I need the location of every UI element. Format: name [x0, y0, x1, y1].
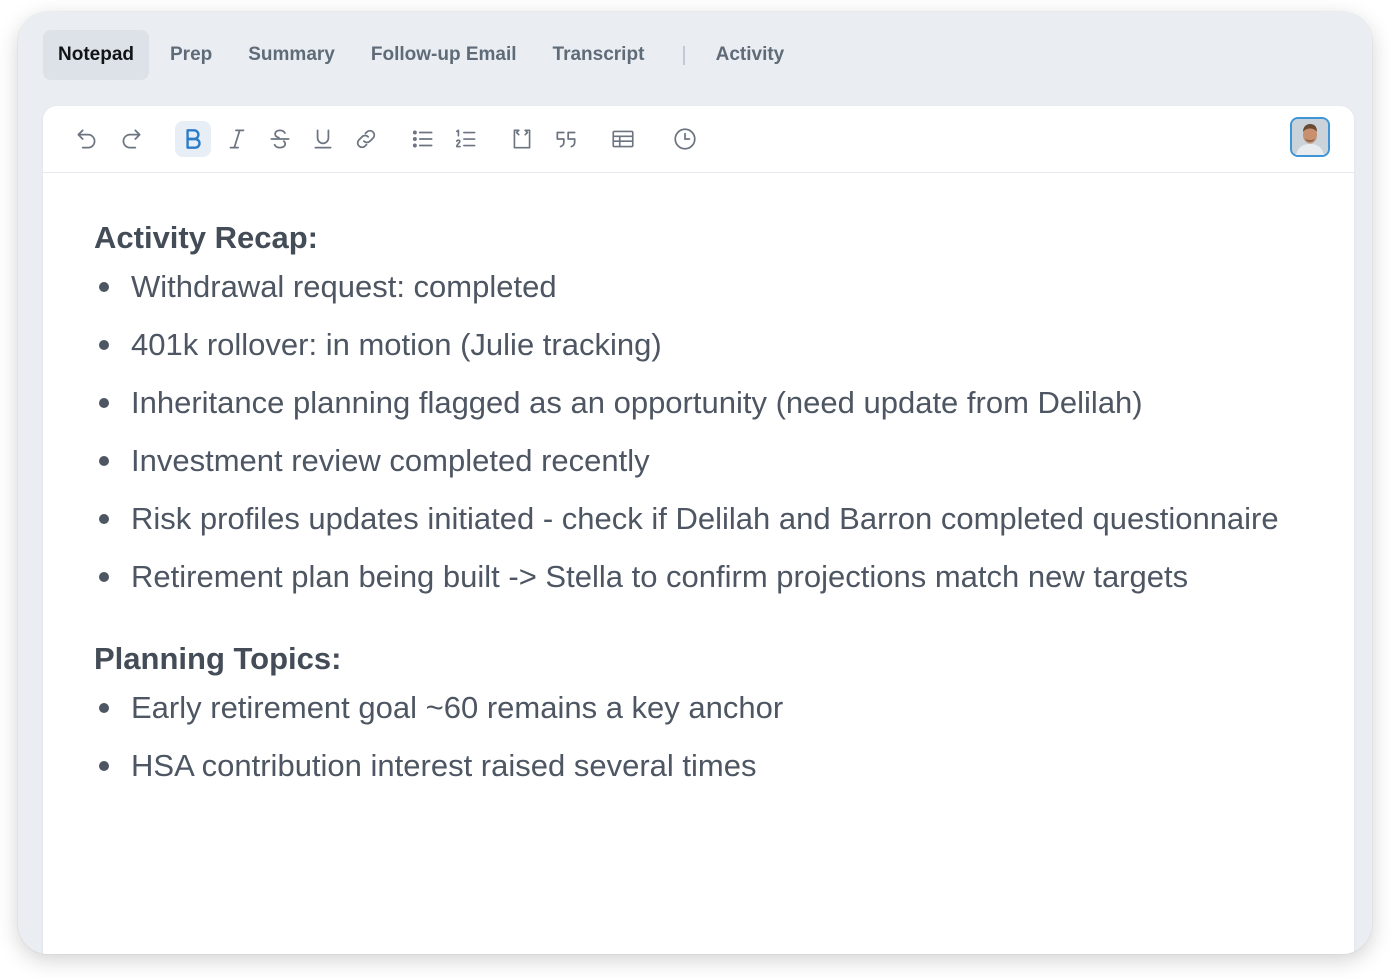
list-item: Retirement plan being built -> Stella to… — [94, 552, 1314, 602]
italic-button[interactable] — [219, 121, 255, 157]
quote-icon — [556, 131, 576, 148]
note-editor[interactable]: Activity Recap: Withdrawal request: comp… — [94, 214, 1314, 799]
formatting-toolbar — [43, 106, 1354, 173]
section-heading-activity-recap: Activity Recap: — [94, 220, 318, 255]
numbered-list-icon — [455, 129, 476, 148]
undo-icon — [77, 129, 96, 149]
list-item: 401k rollover: in motion (Julie tracking… — [94, 320, 1314, 370]
redo-button[interactable] — [113, 121, 149, 157]
quote-button[interactable] — [548, 121, 584, 157]
italic-icon — [229, 129, 245, 149]
activity-recap-list: Withdrawal request: completed 401k rollo… — [94, 262, 1314, 602]
tab-bar: Notepad Prep Summary Follow-up Email Tra… — [43, 30, 805, 80]
code-block-icon — [513, 129, 531, 149]
user-avatar[interactable] — [1290, 117, 1330, 157]
section-heading-planning-topics: Planning Topics: — [94, 641, 342, 676]
clock-icon — [674, 128, 696, 150]
table-button[interactable] — [605, 121, 641, 157]
redo-icon — [122, 129, 141, 149]
link-icon — [356, 129, 376, 149]
tab-prep[interactable]: Prep — [155, 30, 227, 80]
tab-transcript[interactable]: Transcript — [538, 30, 660, 80]
table-icon — [612, 130, 634, 148]
bold-icon — [186, 129, 201, 149]
list-item: Investment review completed recently — [94, 436, 1314, 486]
timestamp-button[interactable] — [667, 121, 703, 157]
tab-divider: | — [681, 43, 687, 66]
tab-follow-up-email[interactable]: Follow-up Email — [356, 30, 532, 80]
bold-button[interactable] — [175, 121, 211, 157]
tab-notepad[interactable]: Notepad — [43, 30, 149, 80]
strikethrough-button[interactable] — [262, 121, 298, 157]
link-button[interactable] — [348, 121, 384, 157]
editor-card: Activity Recap: Withdrawal request: comp… — [43, 106, 1354, 954]
tab-activity[interactable]: Activity — [701, 30, 800, 80]
planning-topics-list: Early retirement goal ~60 remains a key … — [94, 683, 1314, 791]
list-item: Risk profiles updates initiated - check … — [94, 494, 1314, 544]
tab-summary[interactable]: Summary — [233, 30, 350, 80]
notes-window: Notepad Prep Summary Follow-up Email Tra… — [18, 12, 1372, 954]
undo-button[interactable] — [69, 121, 105, 157]
list-item: Inheritance planning flagged as an oppor… — [94, 378, 1314, 428]
strikethrough-icon — [270, 129, 290, 149]
bullet-list-icon — [412, 130, 433, 148]
list-item: HSA contribution interest raised several… — [94, 741, 1314, 791]
list-item: Early retirement goal ~60 remains a key … — [94, 683, 1314, 733]
numbered-list-button[interactable] — [448, 121, 484, 157]
code-block-button[interactable] — [504, 121, 540, 157]
user-avatar-icon — [1292, 119, 1328, 155]
underline-button[interactable] — [305, 121, 341, 157]
underline-icon — [314, 129, 332, 149]
list-item: Withdrawal request: completed — [94, 262, 1314, 312]
bullet-list-button[interactable] — [405, 121, 441, 157]
